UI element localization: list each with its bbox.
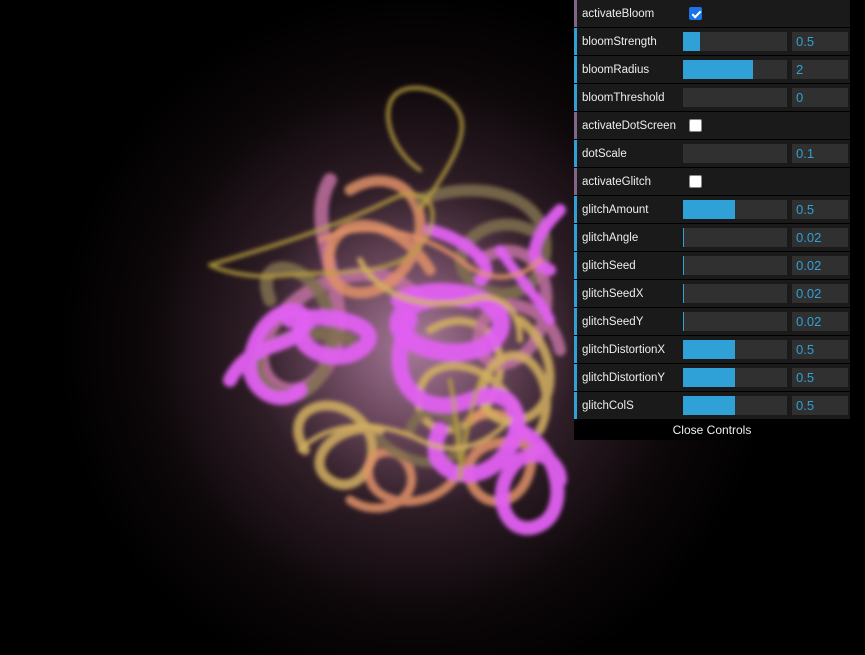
glitchSeed-slider[interactable] [683,256,787,275]
control-label: activateBloom [582,7,655,20]
bloomRadius-slider[interactable] [683,60,787,79]
glitchDistortionX-slider[interactable] [683,340,787,359]
glitchAngle-slider[interactable] [683,228,787,247]
control-row-glitchSeedX: glitchSeedX [574,280,850,307]
control-label: glitchDistortionY [582,371,666,384]
glitchDistortionY-value-input[interactable] [792,368,848,387]
control-row-glitchAmount: glitchAmount [574,196,850,223]
glitchSeedY-value-input[interactable] [792,312,848,331]
slider-fill [683,284,685,303]
control-label: glitchAmount [582,203,649,216]
control-row-glitchColS: glitchColS [574,392,850,419]
control-row-glitchDistortionY: glitchDistortionY [574,364,850,391]
slider-fill [683,60,753,79]
bloomThreshold-value-input[interactable] [792,88,848,107]
dotScale-slider[interactable] [683,144,787,163]
close-controls-button[interactable]: Close Controls [574,420,850,440]
activateGlitch-checkbox[interactable] [689,175,702,188]
control-label: dotScale [582,147,627,160]
control-row-activateGlitch: activateGlitch [574,168,850,195]
control-label: glitchSeed [582,259,636,272]
control-label: glitchAngle [582,231,639,244]
activateDotScreen-checkbox[interactable] [689,119,702,132]
slider-fill [683,200,735,219]
control-panel: activateBloom bloomStrength bloomRadius blo… [574,0,850,440]
glitchSeedY-slider[interactable] [683,312,787,331]
control-label: glitchSeedY [582,315,644,328]
control-row-bloomThreshold: bloomThreshold [574,84,850,111]
control-label: activateDotScreen [582,119,676,132]
glitchAmount-value-input[interactable] [792,200,848,219]
control-row-dotScale: dotScale [574,140,850,167]
slider-fill [683,228,685,247]
control-label: bloomStrength [582,35,657,48]
glitchSeed-value-input[interactable] [792,256,848,275]
control-row-glitchSeedY: glitchSeedY [574,308,850,335]
control-row-glitchAngle: glitchAngle [574,224,850,251]
control-row-activateBloom: activateBloom [574,0,850,27]
control-label: activateGlitch [582,175,652,188]
control-label: glitchColS [582,399,634,412]
dotScale-value-input[interactable] [792,144,848,163]
glitchColS-value-input[interactable] [792,396,848,415]
slider-fill [683,32,700,51]
control-row-bloomRadius: bloomRadius [574,56,850,83]
control-label: glitchSeedX [582,287,644,300]
control-label: bloomRadius [582,63,650,76]
control-label: glitchDistortionX [582,343,666,356]
control-row-bloomStrength: bloomStrength [574,28,850,55]
bloomStrength-slider[interactable] [683,32,787,51]
activateBloom-checkbox[interactable] [689,7,702,20]
glitchAngle-value-input[interactable] [792,228,848,247]
slider-fill [683,340,735,359]
glitchColS-slider[interactable] [683,396,787,415]
glitchSeedX-value-input[interactable] [792,284,848,303]
glitchSeedX-slider[interactable] [683,284,787,303]
bloomRadius-value-input[interactable] [792,60,848,79]
slider-fill [683,396,735,415]
control-label: bloomThreshold [582,91,665,104]
control-row-activateDotScreen: activateDotScreen [574,112,850,139]
control-row-glitchDistortionX: glitchDistortionX [574,336,850,363]
slider-fill [683,312,685,331]
glitchDistortionY-slider[interactable] [683,368,787,387]
bloomThreshold-slider[interactable] [683,88,787,107]
bloomStrength-value-input[interactable] [792,32,848,51]
slider-fill [683,256,685,275]
glitchDistortionX-value-input[interactable] [792,340,848,359]
slider-fill [683,368,735,387]
control-row-glitchSeed: glitchSeed [574,252,850,279]
glitchAmount-slider[interactable] [683,200,787,219]
